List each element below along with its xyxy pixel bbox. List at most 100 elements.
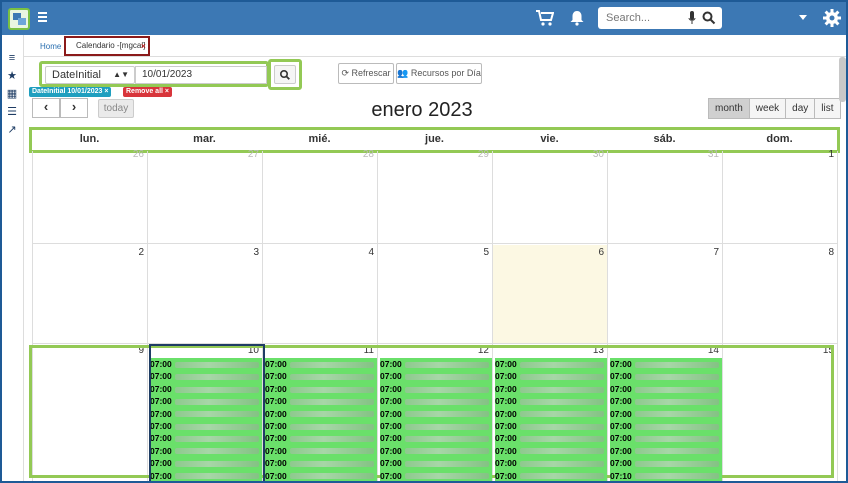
event-title-redacted (404, 361, 489, 368)
view-day-button[interactable]: day (785, 98, 816, 119)
calendar-event[interactable]: 07:00 (265, 420, 377, 432)
app-logo-icon[interactable] (8, 8, 30, 30)
calendar-event[interactable]: 07:00 (265, 383, 377, 395)
day-number[interactable]: 28 (342, 149, 374, 160)
day-number[interactable]: 27 (227, 149, 259, 160)
view-week-button[interactable]: week (748, 98, 787, 119)
calendar-event[interactable]: 07:10 (610, 470, 722, 481)
calendar-event[interactable]: 07:00 (610, 445, 722, 457)
menu-icon[interactable] (38, 12, 47, 22)
app-window: Search... ≡ ★ ▦ ☰ ↗ Home Calendario -[mg… (0, 0, 848, 483)
day-number[interactable]: 29 (457, 149, 489, 160)
calendar-event[interactable]: 07:00 (495, 395, 607, 407)
calendar-event[interactable]: 07:00 (380, 420, 492, 432)
calendar-event[interactable]: 07:00 (495, 432, 607, 444)
chart-icon[interactable]: ↗ (6, 124, 18, 136)
calendar-event[interactable]: 07:00 (265, 395, 377, 407)
calendar-event[interactable]: 07:00 (610, 383, 722, 395)
list-icon[interactable]: ≡ (6, 52, 18, 64)
calendar-event[interactable]: 07:00 (380, 457, 492, 469)
event-title-redacted (404, 411, 489, 418)
filter-search-button[interactable] (274, 65, 296, 84)
calendar-event[interactable]: 07:00 (380, 370, 492, 382)
calendar-event[interactable]: 07:00 (610, 432, 722, 444)
calendar-event[interactable]: 07:00 (265, 457, 377, 469)
refresh-button[interactable]: ⟳ Refrescar (338, 63, 394, 84)
event-title-redacted (634, 473, 719, 480)
calendar-event[interactable]: 07:00 (265, 432, 377, 444)
calendar-event[interactable]: 07:00 (265, 445, 377, 457)
global-search[interactable]: Search... (598, 7, 722, 29)
calendar-event[interactable]: 07:00 (380, 383, 492, 395)
day-number[interactable]: 4 (342, 247, 374, 258)
today-cell[interactable] (493, 245, 608, 343)
calendar-event[interactable]: 07:00 (495, 383, 607, 395)
calendar-event[interactable]: 07:00 (495, 358, 607, 370)
calendar-event[interactable]: 07:00 (495, 470, 607, 481)
event-title-redacted (289, 386, 374, 393)
calendar-event[interactable]: 07:00 (610, 395, 722, 407)
day-number[interactable]: 5 (457, 247, 489, 258)
cart-icon[interactable] (536, 10, 555, 26)
day-number[interactable]: 30 (572, 149, 604, 160)
event-time: 07:00 (495, 371, 517, 382)
calendar-icon[interactable]: ▦ (6, 88, 18, 100)
event-title-redacted (634, 361, 719, 368)
day-number[interactable]: 6 (572, 247, 604, 258)
calendar-event[interactable]: 07:00 (495, 445, 607, 457)
chevron-down-icon[interactable] (799, 15, 807, 20)
calendar-event[interactable]: 07:00 (610, 408, 722, 420)
bell-icon[interactable] (570, 10, 584, 26)
event-title-redacted (634, 436, 719, 443)
calendar-event[interactable]: 07:00 (610, 420, 722, 432)
calendar-event[interactable]: 07:00 (610, 370, 722, 382)
page-scrollbar[interactable] (839, 57, 846, 102)
prev-month-button[interactable]: ‹ (32, 98, 60, 118)
calendar-event[interactable]: 07:00 (610, 358, 722, 370)
calendar-event[interactable]: 07:00 (265, 370, 377, 382)
filter-field-select[interactable]: DateInitial ▲▼ (45, 66, 135, 84)
calendar-event[interactable]: 07:00 (265, 408, 377, 420)
star-icon[interactable]: ★ (6, 70, 18, 82)
microphone-icon[interactable] (688, 11, 696, 25)
calendar-event[interactable]: 07:00 (610, 457, 722, 469)
view-list-button[interactable]: list (814, 98, 841, 119)
calendar-event[interactable]: 07:00 (495, 420, 607, 432)
tab-calendar[interactable]: Calendario -[mgcal] × (64, 36, 150, 56)
calendar-event[interactable]: 07:00 (380, 358, 492, 370)
close-icon[interactable]: × (141, 38, 146, 54)
day-number[interactable]: 1 (802, 149, 834, 160)
calendar-event[interactable]: 07:00 (380, 445, 492, 457)
filter-date-input[interactable]: 10/01/2023 (135, 66, 267, 84)
weekday-label: jue. (425, 133, 444, 145)
active-filter-chip[interactable]: DateInitial 10/01/2023 × (29, 87, 112, 97)
calendar-event[interactable]: 07:00 (495, 370, 607, 382)
calendar-event[interactable]: 07:00 (265, 358, 377, 370)
table-icon[interactable]: ☰ (6, 106, 18, 118)
day-number[interactable]: 31 (687, 149, 719, 160)
calendar-event[interactable]: 07:00 (265, 470, 377, 481)
day-number[interactable]: 2 (112, 247, 144, 258)
resources-button[interactable]: 👥 Recursos por Día (396, 63, 482, 84)
search-input[interactable]: Search... (606, 12, 650, 24)
next-month-button[interactable]: › (60, 98, 88, 118)
calendar-event[interactable]: 07:00 (495, 408, 607, 420)
view-month-button[interactable]: month (708, 98, 750, 119)
calendar-event[interactable]: 07:00 (380, 432, 492, 444)
calendar-event[interactable]: 07:00 (380, 470, 492, 481)
remove-all-chip[interactable]: Remove all × (123, 87, 172, 97)
today-button[interactable]: today (98, 99, 134, 118)
day-number[interactable]: 3 (227, 247, 259, 258)
tab-home[interactable]: Home (40, 42, 61, 51)
event-title-redacted (519, 423, 604, 430)
day-number[interactable]: 7 (687, 247, 719, 258)
calendar-event[interactable]: 07:00 (495, 457, 607, 469)
event-title-redacted (404, 398, 489, 405)
day-number[interactable]: 26 (112, 149, 144, 160)
gear-icon[interactable] (822, 8, 842, 28)
calendar-event[interactable]: 07:00 (380, 408, 492, 420)
day-number[interactable]: 8 (802, 247, 834, 258)
calendar-event[interactable]: 07:00 (380, 395, 492, 407)
search-icon[interactable] (702, 11, 716, 25)
selected-day-10[interactable] (149, 344, 265, 481)
